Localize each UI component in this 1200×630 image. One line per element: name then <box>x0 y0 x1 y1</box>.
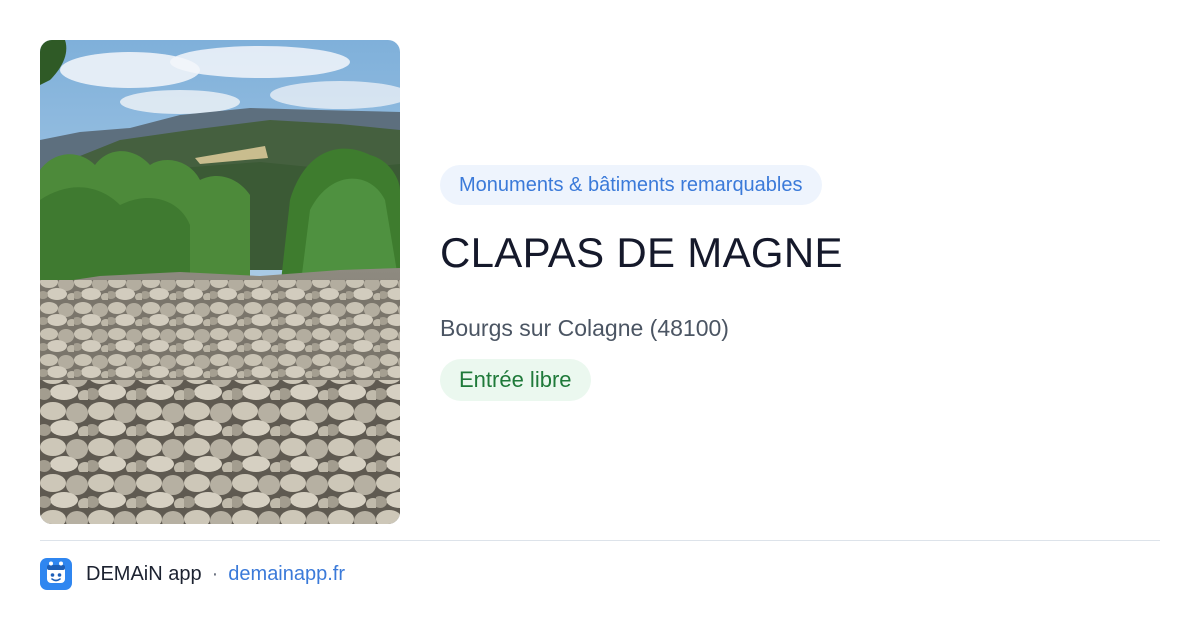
app-name: DEMAiN app <box>86 562 202 585</box>
footer-separator: · <box>211 562 219 585</box>
place-location: Bourgs sur Colagne (48100) <box>440 315 729 341</box>
place-info: Monuments & bâtiments remarquables CLAPA… <box>440 165 1160 401</box>
app-url-link[interactable]: demainapp.fr <box>228 563 345 586</box>
place-title: CLAPAS DE MAGNE <box>440 229 843 276</box>
demain-app-logo-icon <box>40 558 72 590</box>
footer-divider <box>40 540 1160 541</box>
place-photo <box>40 40 400 524</box>
footer: DEMAiN app · demainapp.fr <box>40 558 345 590</box>
category-badge: Monuments & bâtiments remarquables <box>440 165 822 205</box>
access-badge: Entrée libre <box>440 359 591 401</box>
